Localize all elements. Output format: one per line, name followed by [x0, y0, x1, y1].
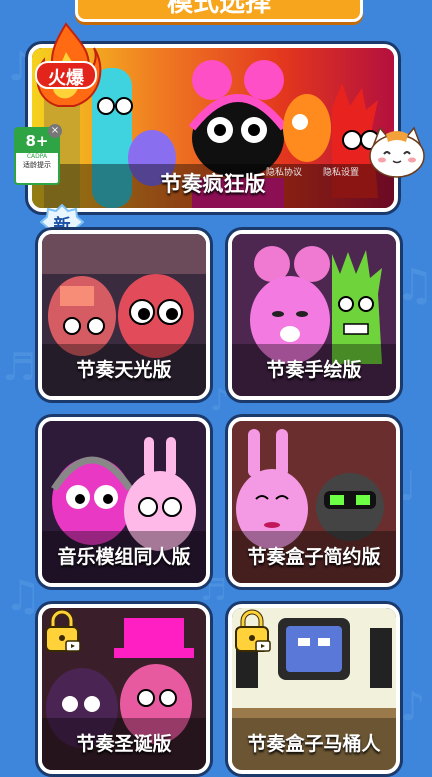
age-rating-org: CADPA [26, 153, 48, 160]
svg-text:♫: ♫ [4, 571, 42, 620]
game-card-label: 节奏盒子马桶人 [247, 733, 381, 755]
game-card-label: 节奏圣诞版 [76, 733, 172, 755]
svg-text:♩: ♩ [398, 464, 417, 510]
game-card-label: 节奏手绘版 [266, 359, 362, 381]
game-card-tianguang[interactable]: 节奏天光版 [38, 230, 210, 400]
age-rating-hint: 适龄提示 [23, 161, 51, 169]
mode-select-title: 模式选择 [75, 0, 363, 22]
svg-text:♪: ♪ [210, 383, 229, 418]
hot-flame-badge: 火爆 [30, 22, 102, 108]
svg-text:♪: ♪ [400, 684, 426, 730]
game-card-label: 节奏盒子简约版 [247, 546, 381, 568]
game-card-label: 音乐模组同人版 [57, 546, 191, 568]
game-card-yinyue-mozu[interactable]: 音乐模组同人版 [38, 417, 210, 587]
svg-text:♬: ♬ [2, 345, 36, 389]
lucky-cat-icon[interactable] [366, 126, 428, 180]
game-card-shouhui[interactable]: 节奏手绘版 [228, 230, 400, 400]
game-card-jianyue[interactable]: 节奏盒子简约版 [228, 417, 400, 587]
hot-badge-label: 火爆 [48, 68, 84, 89]
lock-icon [45, 609, 81, 652]
game-card-label: 节奏天光版 [76, 359, 172, 381]
svg-text:♫: ♫ [395, 260, 432, 311]
close-icon[interactable]: × [48, 124, 62, 138]
game-card-matongren[interactable]: 节奏盒子马桶人 [228, 604, 400, 774]
game-card-shengdan[interactable]: 节奏圣诞版 [38, 604, 210, 774]
lock-icon [235, 609, 271, 652]
featured-game-label: 节奏疯狂版 [160, 172, 266, 196]
